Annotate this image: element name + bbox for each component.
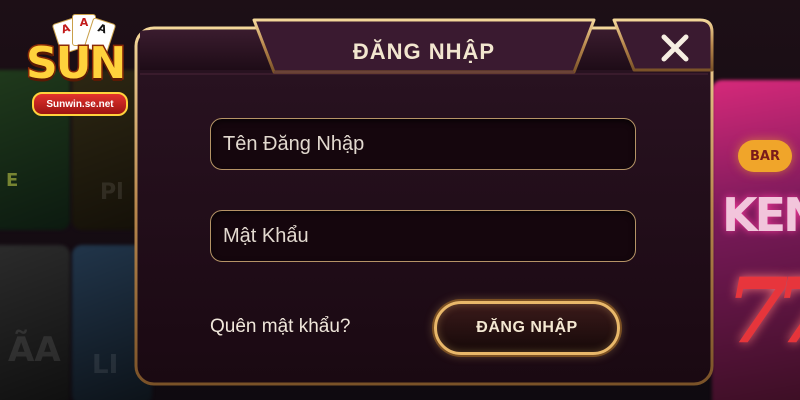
lucky-seven-graphic: 77 (726, 258, 800, 364)
brand-logo: A A A SUN Sunwin.se.net (24, 14, 129, 116)
forgot-password-link[interactable]: Quên mật khẩu? (210, 316, 350, 338)
logo-domain: Sunwin.se.net (32, 92, 128, 116)
close-button[interactable] (646, 24, 704, 72)
game-tile-label: LI (92, 350, 119, 380)
game-tile-label: ÃA (8, 330, 61, 370)
game-tile-label: E (6, 170, 19, 191)
bar-sign: BAR (738, 140, 792, 172)
password-input[interactable] (211, 211, 635, 261)
game-tile-label: Pl (100, 180, 124, 205)
dialog-title: ĐĂNG NHẬP (352, 39, 496, 64)
login-button[interactable]: ĐĂNG NHẬP (434, 301, 620, 355)
login-dialog: ĐĂNG NHẬP Quên mật khẩu? ĐĂNG NHẬP (134, 18, 714, 388)
username-input[interactable] (211, 119, 635, 169)
close-icon (661, 34, 689, 62)
password-field[interactable] (210, 210, 636, 262)
game-tile (0, 245, 70, 400)
slot-title: KEN (722, 188, 800, 242)
logo-wordmark: SUN (24, 37, 127, 91)
username-field[interactable] (210, 118, 636, 170)
